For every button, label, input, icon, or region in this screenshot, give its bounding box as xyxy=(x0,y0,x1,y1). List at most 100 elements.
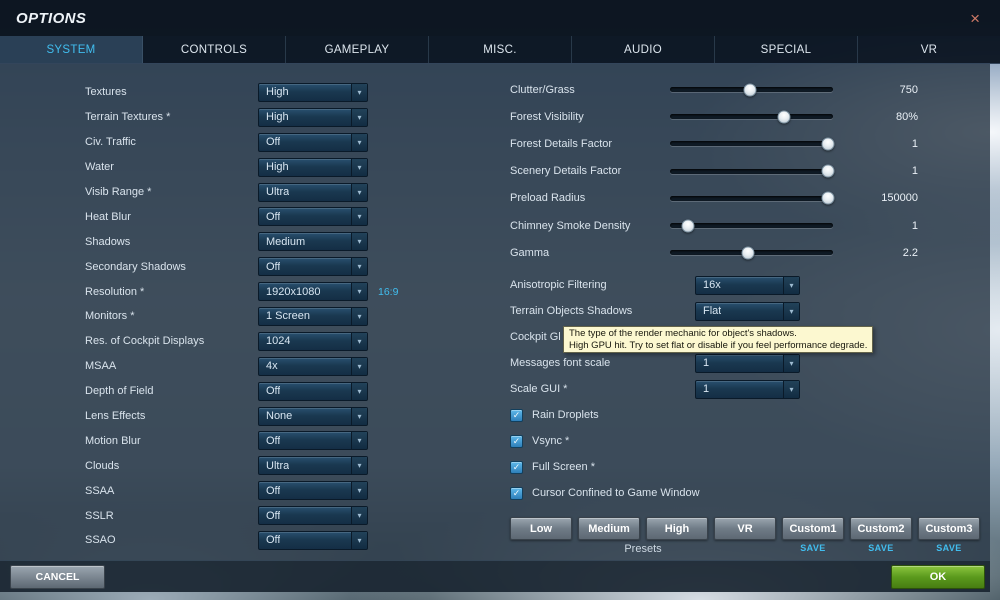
dropdown-value: High xyxy=(266,86,289,99)
option-label: Resolution * xyxy=(85,285,145,298)
dropdown-scale-gui[interactable]: 1 ▾ xyxy=(695,379,800,399)
checkbox-full-screen[interactable]: ✓ xyxy=(510,460,523,474)
dropdown-textures[interactable]: High ▾ xyxy=(258,82,368,102)
dropdown-secondary-shadows[interactable]: Off ▾ xyxy=(258,257,368,277)
slider-handle[interactable] xyxy=(741,246,755,260)
dropdown-value: None xyxy=(266,410,293,423)
chevron-down-icon: ▾ xyxy=(351,108,367,126)
option-row: Clouds Ultra ▾ xyxy=(85,453,415,478)
save-custom1-link[interactable]: SAVE xyxy=(782,543,844,553)
tab-misc[interactable]: MISC. xyxy=(429,36,572,63)
dropdown-value: High xyxy=(266,111,289,124)
preset-button-vr[interactable]: VR xyxy=(714,517,776,541)
chevron-down-icon: ▾ xyxy=(783,354,799,372)
slider-handle[interactable] xyxy=(743,83,757,97)
slider-row: Clutter/Grass 750 xyxy=(510,76,982,103)
checkbox-vsync[interactable]: ✓ xyxy=(510,434,523,448)
slider-track-clutter-grass[interactable] xyxy=(670,83,833,97)
checkbox-row: ✓ Full Screen * xyxy=(510,454,982,480)
dropdown-motion-blur[interactable]: Off ▾ xyxy=(258,431,368,451)
checkbox-row: ✓ Vsync * xyxy=(510,428,982,454)
dropdown-heat-blur[interactable]: Off ▾ xyxy=(258,207,368,227)
slider-handle[interactable] xyxy=(777,110,791,124)
option-label: SSAO xyxy=(85,534,116,547)
close-icon[interactable]: × xyxy=(970,10,980,27)
slider-track-gamma[interactable] xyxy=(670,246,833,260)
dropdown-shadows[interactable]: Medium ▾ xyxy=(258,232,368,252)
slider-row: Scenery Details Factor 1 xyxy=(510,158,982,185)
chevron-down-icon: ▾ xyxy=(351,258,367,276)
dropdown-water[interactable]: High ▾ xyxy=(258,157,368,177)
checkbox-label: Cursor Confined to Game Window xyxy=(532,487,700,500)
dropdown-monitors[interactable]: 1 Screen ▾ xyxy=(258,306,368,326)
option-label: Shadows xyxy=(85,235,131,248)
checkbox-cursor-confined-to-game-window[interactable]: ✓ xyxy=(510,486,523,500)
save-custom3-link[interactable]: SAVE xyxy=(918,543,980,553)
preset-button-low[interactable]: Low xyxy=(510,517,572,541)
checkbox-rain-droplets[interactable]: ✓ xyxy=(510,408,523,422)
dropdown-value: Medium xyxy=(266,235,306,248)
checkboxes-section: ✓ Rain Droplets ✓ Vsync * ✓ Full Screen * ✓ Cur… xyxy=(510,402,982,506)
dropdown-value: 1920x1080 xyxy=(266,285,321,298)
option-label: Depth of Field xyxy=(85,385,154,398)
preset-button-medium[interactable]: Medium xyxy=(578,517,640,541)
option-row: Textures High ▾ xyxy=(85,80,415,105)
chevron-down-icon: ▾ xyxy=(351,158,367,176)
presets-group-label: Presets xyxy=(624,543,662,556)
dropdown-anisotropic-filtering[interactable]: 16x ▾ xyxy=(695,275,800,295)
tab-gameplay[interactable]: GAMEPLAY xyxy=(286,36,429,63)
dropdown-messages-font-scale[interactable]: 1 ▾ xyxy=(695,353,800,373)
dropdown-msaa[interactable]: 4x ▾ xyxy=(258,356,368,376)
dropdown-res-of-cockpit-displays[interactable]: 1024 ▾ xyxy=(258,331,368,351)
slider-handle[interactable] xyxy=(681,219,695,233)
option-row: Scale GUI * 1 ▾ xyxy=(510,376,982,402)
presets-underlabels: Presets SAVE SAVE SAVE xyxy=(510,543,982,557)
dropdown-value: 1024 xyxy=(266,335,291,348)
dropdown-value: Off xyxy=(266,260,281,273)
option-row: Terrain Objects Shadows Flat ▾ xyxy=(510,298,982,324)
dropdown-terrain-objects-shadows[interactable]: Flat ▾ xyxy=(695,301,800,321)
dropdown-ssaa[interactable]: Off ▾ xyxy=(258,481,368,501)
cancel-button[interactable]: CANCEL xyxy=(10,565,105,589)
preset-button-custom2[interactable]: Custom2 xyxy=(850,517,912,541)
slider-track-forest-details-factor[interactable] xyxy=(670,137,835,151)
option-row: Shadows Medium ▾ xyxy=(85,229,415,254)
option-label: Res. of Cockpit Displays xyxy=(85,335,205,348)
preset-button-custom1[interactable]: Custom1 xyxy=(782,517,844,541)
dropdown-sslr[interactable]: Off ▾ xyxy=(258,506,368,526)
option-row: Secondary Shadows Off ▾ xyxy=(85,254,415,279)
tab-controls[interactable]: CONTROLS xyxy=(143,36,286,63)
preset-button-custom3[interactable]: Custom3 xyxy=(918,517,980,541)
dropdown-lens-effects[interactable]: None ▾ xyxy=(258,406,368,426)
slider-track-forest-visibility[interactable] xyxy=(670,110,833,124)
chevron-down-icon: ▾ xyxy=(351,482,367,500)
dropdown-value: 4x xyxy=(266,360,278,373)
tab-system[interactable]: SYSTEM xyxy=(0,36,143,63)
dropdown-value: High xyxy=(266,161,289,174)
tab-audio[interactable]: AUDIO xyxy=(572,36,715,63)
dropdown-ssao[interactable]: Off ▾ xyxy=(258,530,368,550)
chevron-down-icon: ▾ xyxy=(351,283,367,301)
slider-track-chimney-smoke-density[interactable] xyxy=(670,219,833,233)
preset-button-high[interactable]: High xyxy=(646,517,708,541)
option-row: Motion Blur Off ▾ xyxy=(85,428,415,453)
save-custom2-link[interactable]: SAVE xyxy=(850,543,912,553)
slider-track-scenery-details-factor[interactable] xyxy=(670,164,835,178)
dropdown-value: Off xyxy=(266,534,281,547)
option-row: Civ. Traffic Off ▾ xyxy=(85,130,415,155)
tab-vr[interactable]: VR xyxy=(858,36,1000,63)
ok-button[interactable]: OK xyxy=(891,565,985,589)
tooltip-line1: The type of the render mechanic for obje… xyxy=(569,328,797,339)
option-row: Terrain Textures * High ▾ xyxy=(85,105,415,130)
chevron-down-icon: ▾ xyxy=(351,531,367,549)
dropdown-terrain-textures[interactable]: High ▾ xyxy=(258,107,368,127)
tab-special[interactable]: SPECIAL xyxy=(715,36,858,63)
dropdown-civ-traffic[interactable]: Off ▾ xyxy=(258,132,368,152)
dropdown-resolution[interactable]: 1920x1080 ▾ xyxy=(258,282,368,302)
dropdown-value: 1 xyxy=(703,383,710,396)
dropdown-depth-of-field[interactable]: Off ▾ xyxy=(258,381,368,401)
dropdown-clouds[interactable]: Ultra ▾ xyxy=(258,456,368,476)
option-row: MSAA 4x ▾ xyxy=(85,354,415,379)
dropdown-visib-range[interactable]: Ultra ▾ xyxy=(258,182,368,202)
slider-track-preload-radius[interactable] xyxy=(670,191,835,205)
